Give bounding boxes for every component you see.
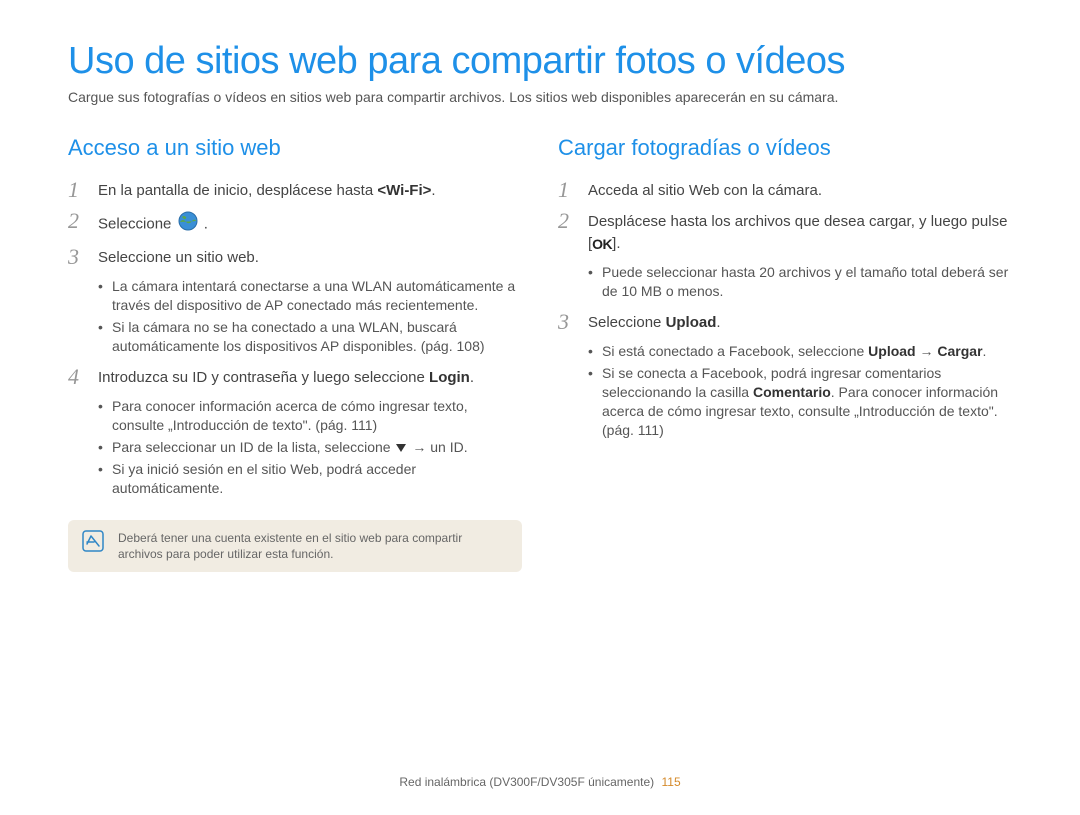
page-subtitle: Cargue sus fotografías o vídeos en sitio… (68, 89, 1012, 105)
bullet: Si está conectado a Facebook, seleccione… (588, 342, 1012, 361)
step-text: Seleccione un sitio web. (98, 249, 259, 266)
step-1: 1 En la pantalla de inicio, desplácese h… (68, 179, 522, 202)
footer-page-number: 115 (662, 775, 681, 789)
step-body: Seleccione un sitio web. (98, 246, 522, 269)
step-number: 3 (68, 246, 92, 268)
bullet-text: . (983, 343, 987, 359)
page-title: Uso de sitios web para compartir fotos o… (68, 40, 1012, 83)
bullet-text: Para seleccionar un ID de la lista, sele… (112, 439, 394, 455)
step-text: . (204, 215, 208, 232)
bullet-text: → un ID. (408, 439, 467, 455)
bullet: Para conocer información acerca de cómo … (98, 397, 522, 435)
bullet: Si la cámara no se ha conectado a una WL… (98, 318, 522, 356)
down-triangle-icon (396, 444, 406, 452)
step-text: ]. (612, 235, 620, 252)
step-4-bullets: Para conocer información acerca de cómo … (68, 397, 522, 498)
login-bold: Login (429, 369, 470, 386)
step-3-bullets: La cámara intentará conectarse a una WLA… (68, 277, 522, 356)
note-icon (82, 530, 104, 552)
globe-icon (178, 211, 198, 238)
page-footer: Red inalámbrica (DV300F/DV305F únicament… (0, 775, 1080, 789)
note-text: Deberá tener una cuenta existente en el … (118, 530, 508, 562)
step-body: Acceda al sitio Web con la cámara. (588, 179, 1012, 202)
step-body: Desplácese hasta los archivos que desea … (588, 210, 1012, 255)
step-body: Seleccione . (98, 210, 522, 238)
step-number: 2 (68, 210, 92, 232)
bullet: Si se conecta a Facebook, podrá ingresar… (588, 364, 1012, 440)
step-number: 2 (558, 210, 582, 232)
step-1: 1 Acceda al sitio Web con la cámara. (558, 179, 1012, 202)
bullet: Para seleccionar un ID de la lista, sele… (98, 438, 522, 457)
note-box: Deberá tener una cuenta existente en el … (68, 520, 522, 572)
content-columns: Acceso a un sitio web 1 En la pantalla d… (68, 135, 1012, 572)
step-text: Seleccione (588, 314, 666, 331)
step-body: En la pantalla de inicio, desplácese has… (98, 179, 522, 202)
step-text: Seleccione (98, 215, 176, 232)
bullet-bold: Cargar (937, 343, 982, 359)
bullet-arrow: → (916, 343, 938, 359)
step-2: 2 Desplácese hasta los archivos que dese… (558, 210, 1012, 255)
bullet: Puede seleccionar hasta 20 archivos y el… (588, 263, 1012, 301)
step-body: Seleccione Upload. (588, 311, 1012, 334)
heading-upload: Cargar fotogradías o vídeos (558, 135, 1012, 161)
step-text: En la pantalla de inicio, desplácese has… (98, 182, 377, 199)
bullet: Si ya inició sesión en el sitio Web, pod… (98, 460, 522, 498)
step-text: Desplácese hasta los archivos que desea … (588, 213, 1007, 252)
bullet-text: Si está conectado a Facebook, seleccione (602, 343, 868, 359)
step-number: 3 (558, 311, 582, 333)
step-text: Introduzca su ID y contraseña y luego se… (98, 369, 429, 386)
step-text: . (431, 182, 435, 199)
step-text: . (716, 314, 720, 331)
step-number: 1 (558, 179, 582, 201)
step-number: 4 (68, 366, 92, 388)
heading-access-website: Acceso a un sitio web (68, 135, 522, 161)
footer-text: Red inalámbrica (DV300F/DV305F únicament… (399, 775, 654, 789)
bullet-bold: Comentario (753, 384, 831, 400)
bullet-bold: Upload (868, 343, 915, 359)
step-3: 3 Seleccione Upload. (558, 311, 1012, 334)
upload-bold: Upload (666, 314, 717, 331)
step-2-bullets: Puede seleccionar hasta 20 archivos y el… (558, 263, 1012, 301)
step-4: 4 Introduzca su ID y contraseña y luego … (68, 366, 522, 389)
column-left: Acceso a un sitio web 1 En la pantalla d… (68, 135, 522, 572)
step-body: Introduzca su ID y contraseña y luego se… (98, 366, 522, 389)
step-3: 3 Seleccione un sitio web. (68, 246, 522, 269)
ok-icon: OK (592, 233, 612, 255)
column-right: Cargar fotogradías o vídeos 1 Acceda al … (558, 135, 1012, 572)
step-2: 2 Seleccione . (68, 210, 522, 238)
wifi-bold: <Wi-Fi> (377, 182, 431, 199)
step-3-bullets: Si está conectado a Facebook, seleccione… (558, 342, 1012, 440)
step-number: 1 (68, 179, 92, 201)
page: Uso de sitios web para compartir fotos o… (0, 0, 1080, 815)
step-text: . (470, 369, 474, 386)
bullet: La cámara intentará conectarse a una WLA… (98, 277, 522, 315)
